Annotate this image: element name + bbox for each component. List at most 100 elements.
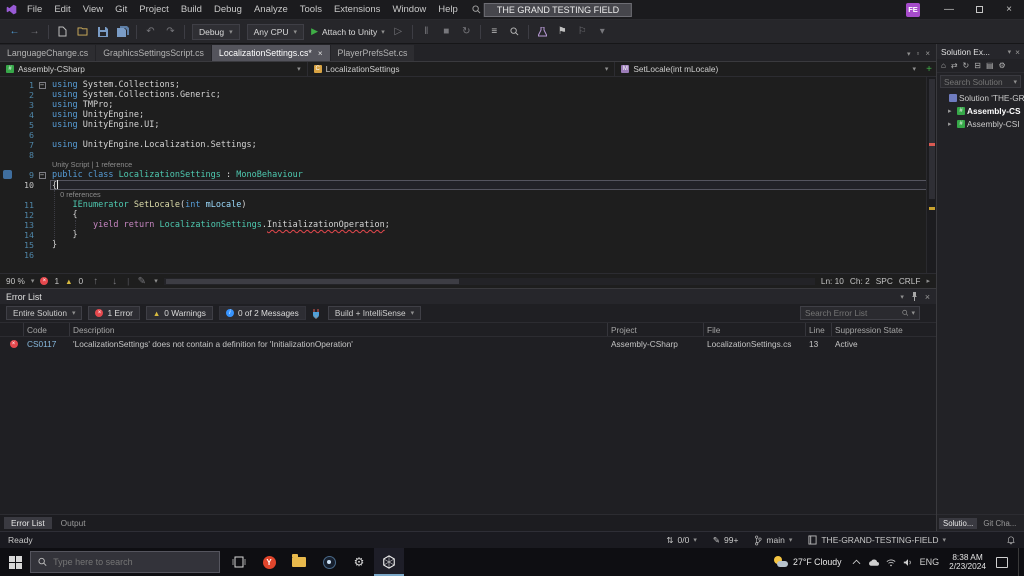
- add-view-button[interactable]: +: [922, 62, 936, 76]
- tab-close-icon[interactable]: ×: [318, 49, 323, 58]
- codelens[interactable]: Unity Script | 1 reference: [0, 160, 936, 170]
- code-line-8[interactable]: 8: [0, 150, 936, 160]
- close-panel-icon[interactable]: ×: [925, 292, 930, 302]
- column-header-suppression-state[interactable]: Suppression State: [832, 323, 936, 336]
- solution-explorer-header[interactable]: Solution Ex... ▾ ×: [937, 44, 1024, 59]
- menu-view[interactable]: View: [77, 4, 109, 15]
- code-line-16[interactable]: 16: [0, 250, 936, 260]
- file-explorer-button[interactable]: [284, 548, 314, 576]
- fold-margin[interactable]: −: [34, 80, 50, 90]
- code-line-12[interactable]: 12 {: [0, 210, 936, 220]
- browser-app-button[interactable]: Y: [254, 548, 284, 576]
- close-group-icon[interactable]: ×: [925, 49, 930, 58]
- errors-filter-button[interactable]: × 1 Error: [88, 306, 139, 320]
- chevron-right-icon[interactable]: ▸: [948, 120, 955, 128]
- find-in-files-icon[interactable]: [508, 25, 521, 39]
- weather-widget[interactable]: 27°F Cloudy: [774, 556, 842, 568]
- redo-icon[interactable]: ↷: [164, 25, 177, 39]
- editor-vertical-scrollbar[interactable]: [926, 77, 936, 273]
- code-line-13[interactable]: 13 yield return LocalizationSettings.Ini…: [0, 220, 936, 230]
- scrollbar-thumb[interactable]: [166, 279, 459, 284]
- column-header-icon[interactable]: [0, 323, 24, 336]
- solution-search-input[interactable]: [944, 77, 1011, 87]
- code-line-2[interactable]: 2using System.Collections.Generic;: [0, 90, 936, 100]
- task-view-button[interactable]: [224, 548, 254, 576]
- open-file-icon[interactable]: [76, 25, 89, 39]
- error-count-icon[interactable]: ×: [40, 277, 48, 285]
- network-icon[interactable]: [886, 558, 896, 567]
- tree-item[interactable]: Solution 'THE-GR: [937, 91, 1024, 104]
- more-tabs-icon[interactable]: ▾: [907, 50, 911, 58]
- save-icon[interactable]: [96, 25, 109, 39]
- quick-actions-icon[interactable]: [3, 170, 12, 179]
- warning-count[interactable]: 0: [79, 276, 84, 286]
- warnings-filter-button[interactable]: ▲ 0 Warnings: [146, 306, 213, 320]
- editor-tab[interactable]: LocalizationSettings.cs*×: [212, 45, 330, 61]
- menu-debug[interactable]: Debug: [208, 4, 248, 15]
- solution-search-box[interactable]: ▾: [940, 75, 1021, 88]
- code-line-7[interactable]: 7using UnityEngine.Localization.Settings…: [0, 140, 936, 150]
- project-dropdown[interactable]: # Assembly-CSharp ▾: [0, 62, 308, 76]
- show-desktop-button[interactable]: [1018, 548, 1022, 576]
- language-indicator[interactable]: ENG: [920, 557, 940, 567]
- branch-button[interactable]: main ▾: [754, 535, 792, 546]
- hidden-icons-chevron[interactable]: [852, 559, 861, 565]
- menu-file[interactable]: File: [21, 4, 48, 15]
- editor-horizontal-scrollbar[interactable]: [164, 278, 815, 285]
- configuration-select[interactable]: Debug ▾: [192, 24, 240, 40]
- chevron-down-icon[interactable]: ▾: [1008, 48, 1012, 56]
- line-comment-icon[interactable]: ≡: [488, 25, 501, 39]
- navigate-back-icon[interactable]: ←: [8, 25, 21, 39]
- fold-margin[interactable]: −: [34, 170, 50, 180]
- previous-issue-icon[interactable]: ↑: [89, 274, 102, 288]
- tree-item[interactable]: ▸#Assembly-CSI: [937, 117, 1024, 130]
- column-header-file[interactable]: File: [704, 323, 806, 336]
- repository-button[interactable]: THE-GRAND-TESTING-FIELD ▾: [808, 535, 946, 545]
- code-line-6[interactable]: 6: [0, 130, 936, 140]
- error-search-input[interactable]: [805, 308, 899, 318]
- type-dropdown[interactable]: C LocalizationSettings ▾: [308, 62, 616, 76]
- column-header-project[interactable]: Project: [608, 323, 704, 336]
- line-ending-indicator[interactable]: CRLF: [899, 276, 921, 286]
- editor-tab[interactable]: PlayerPrefsSet.cs: [331, 45, 415, 61]
- account-badge[interactable]: FE: [906, 3, 920, 17]
- sync-commits-button[interactable]: ⇅ 0/0 ▾: [666, 535, 696, 546]
- code-line-14[interactable]: 14 }: [0, 230, 936, 240]
- error-row[interactable]: ×CS0117'LocalizationSettings' does not c…: [0, 337, 936, 351]
- tab-solutio-[interactable]: Solutio...: [939, 518, 977, 529]
- show-all-files-icon[interactable]: ▤: [986, 61, 994, 70]
- messages-filter-button[interactable]: i 0 of 2 Messages: [219, 306, 306, 320]
- chevron-down-icon[interactable]: ▾: [31, 277, 35, 285]
- action-center-icon[interactable]: [996, 557, 1008, 568]
- chevron-right-icon[interactable]: ▸: [926, 277, 930, 285]
- steam-button[interactable]: [314, 548, 344, 576]
- taskbar-search-box[interactable]: [30, 551, 220, 573]
- member-dropdown[interactable]: M SetLocale(int mLocale) ▾: [615, 62, 922, 76]
- spaces-indicator[interactable]: SPC: [876, 276, 893, 286]
- taskbar-search-input[interactable]: [53, 557, 212, 567]
- collapse-icon[interactable]: −: [39, 82, 46, 89]
- collapse-icon[interactable]: −: [39, 172, 46, 179]
- onedrive-icon[interactable]: [868, 558, 879, 567]
- menu-project[interactable]: Project: [133, 4, 175, 15]
- code-line-15[interactable]: 15}: [0, 240, 936, 250]
- break-all-icon[interactable]: ‖: [420, 25, 433, 39]
- menu-window[interactable]: Window: [386, 4, 432, 15]
- maximize-button[interactable]: [964, 0, 994, 19]
- menu-build[interactable]: Build: [175, 4, 208, 15]
- start-button[interactable]: [0, 548, 30, 576]
- pin-icon[interactable]: [911, 292, 918, 301]
- test-explorer-icon[interactable]: [536, 25, 549, 39]
- column-header-code[interactable]: Code: [24, 323, 70, 336]
- chevron-down-icon[interactable]: ▾: [900, 293, 904, 301]
- switch-views-icon[interactable]: ⇄: [951, 61, 958, 70]
- line-indicator[interactable]: Ln: 10: [821, 276, 844, 286]
- menu-edit[interactable]: Edit: [48, 4, 76, 15]
- error-count[interactable]: 1: [54, 276, 59, 286]
- save-all-icon[interactable]: [116, 25, 129, 39]
- close-button[interactable]: ×: [994, 0, 1024, 19]
- undo-icon[interactable]: ↶: [144, 25, 157, 39]
- attach-to-unity-button[interactable]: ▶ Attach to Unity ▾: [311, 26, 385, 37]
- tab-git-cha-[interactable]: Git Cha...: [979, 518, 1020, 529]
- properties-icon[interactable]: ⚙: [999, 61, 1006, 70]
